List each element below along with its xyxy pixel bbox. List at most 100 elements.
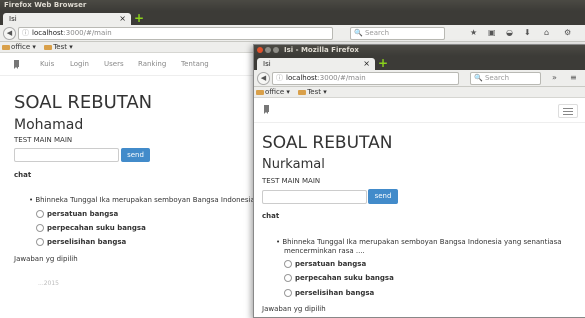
chat-input[interactable] [14, 148, 119, 162]
star-icon[interactable]: ★ [470, 27, 477, 39]
tab-strip: Isi × + [0, 11, 585, 25]
tab-close-icon[interactable]: × [119, 13, 126, 25]
chat-label: chat [14, 171, 32, 179]
info-icon: ⓘ [22, 29, 29, 37]
tab-label: Isi [263, 60, 271, 68]
nav-toolbar: ◀ ⓘ localhost:3000/#/main 🔍 Search ★ ▣ ◒ … [0, 25, 585, 42]
bookmark-label: office ▾ [265, 88, 290, 96]
folder-icon [256, 89, 264, 95]
brand-bookmark-icon[interactable] [264, 105, 269, 114]
download-icon[interactable]: ⬇ [524, 27, 531, 39]
option-2[interactable]: perpecahan suku bangsa [284, 274, 394, 282]
search-placeholder: Search [484, 74, 510, 82]
folder-icon [2, 44, 10, 50]
new-tab-icon[interactable]: + [378, 57, 388, 69]
maximize-window-icon[interactable] [273, 47, 279, 53]
option-2[interactable]: perpecahan suku bangsa [36, 224, 146, 232]
radio-icon[interactable] [284, 260, 292, 268]
search-input[interactable]: 🔍 Search [470, 72, 541, 85]
url-path: :3000/#/main [63, 29, 112, 37]
option-1[interactable]: persatuan bangsa [36, 210, 118, 218]
option-label: persatuan bangsa [47, 210, 119, 218]
answer-label: Jawaban yg dipilih [262, 305, 326, 313]
option-3[interactable]: perselisihan bangsa [36, 238, 126, 246]
user-name: Nurkamal [262, 157, 325, 172]
tab-isi[interactable]: Isi × [3, 13, 131, 25]
minimize-window-icon[interactable] [265, 47, 271, 53]
user-name: Mohamad [14, 117, 84, 133]
radio-icon[interactable] [36, 224, 44, 232]
url-host: localhost [32, 29, 64, 37]
tab-isi[interactable]: Isi × [257, 58, 375, 70]
question-text: • Bhinneka Tunggal Ika merupakan semboya… [276, 238, 562, 255]
question-text: • Bhinneka Tunggal Ika merupakan semboya… [29, 196, 275, 204]
bookmark-label: office ▾ [11, 43, 36, 51]
option-3[interactable]: perselisihan bangsa [284, 289, 374, 297]
back-icon[interactable]: ◀ [3, 27, 16, 40]
radio-icon[interactable] [284, 289, 292, 297]
bookmark-office[interactable]: office ▾ [256, 87, 290, 97]
search-placeholder: Search [364, 29, 390, 37]
bookmark-test[interactable]: Test ▾ [298, 87, 327, 97]
question-label-line2: mencerminkan rasa .... [284, 247, 365, 255]
nav-login[interactable]: Login [70, 53, 89, 75]
url-bar[interactable]: ⓘ localhost:3000/#/main [272, 72, 459, 85]
bookmark-label: Test ▾ [307, 88, 327, 96]
option-label: perpecahan suku bangsa [47, 224, 146, 232]
window-title: Isi - Mozilla Firefox [284, 46, 359, 54]
send-button[interactable]: send [368, 189, 398, 204]
overflow-icon[interactable]: » [552, 72, 557, 84]
close-window-icon[interactable] [257, 47, 263, 53]
option-label: perselisihan bangsa [295, 289, 375, 297]
section-label: TEST MAIN MAIN [14, 136, 73, 144]
url-host: localhost [286, 74, 318, 82]
hamburger-menu-icon[interactable] [558, 104, 578, 118]
pocket-icon[interactable]: ◒ [506, 27, 513, 39]
send-button[interactable]: send [121, 148, 150, 162]
search-input[interactable]: 🔍 Search [350, 27, 445, 40]
library-icon[interactable]: ▣ [488, 27, 496, 39]
folder-icon [298, 89, 307, 95]
nav-tentang[interactable]: Tentang [181, 53, 209, 75]
app-navbar [254, 98, 585, 123]
home-icon[interactable]: ⌂ [544, 27, 549, 39]
option-label: perselisihan bangsa [47, 238, 127, 246]
tab-close-icon[interactable]: × [363, 58, 370, 70]
url-path: :3000/#/main [317, 74, 366, 82]
option-1[interactable]: persatuan bangsa [284, 260, 366, 268]
nav-ranking[interactable]: Ranking [138, 53, 166, 75]
answer-label: Jawaban yg dipilih [14, 255, 78, 263]
bookmark-office[interactable]: office ▾ [2, 42, 36, 52]
chat-label: chat [262, 212, 280, 220]
bookmark-label: Test ▾ [53, 43, 73, 51]
chat-input[interactable] [262, 190, 367, 204]
folder-icon [44, 44, 53, 50]
radio-icon[interactable] [36, 238, 44, 246]
tab-label: Isi [9, 15, 17, 23]
brand-bookmark-icon[interactable] [14, 60, 19, 69]
option-label: persatuan bangsa [295, 260, 367, 268]
nav-users[interactable]: Users [104, 53, 124, 75]
page-title: SOAL REBUTAN [262, 133, 393, 153]
nav-kuis[interactable]: Kuis [40, 53, 54, 75]
new-tab-icon[interactable]: + [134, 12, 144, 24]
url-bar[interactable]: ⓘ localhost:3000/#/main [18, 27, 333, 40]
question-label: Bhinneka Tunggal Ika merupakan semboyan … [282, 238, 562, 246]
browser-window-front: Isi - Mozilla Firefox Isi × + ◀ ⓘ localhos… [253, 44, 585, 318]
option-label: perpecahan suku bangsa [295, 274, 394, 282]
footer-text: ...2015 [38, 280, 59, 287]
info-icon: ⓘ [276, 74, 283, 82]
window-titlebar: Firefox Web Browser [0, 0, 585, 11]
bookmarks-bar: office ▾ Test ▾ [254, 87, 585, 98]
back-icon[interactable]: ◀ [257, 72, 270, 85]
menu-icon[interactable]: ≡ [570, 72, 577, 84]
radio-icon[interactable] [284, 274, 292, 282]
bookmark-test[interactable]: Test ▾ [44, 42, 73, 52]
window-titlebar: Isi - Mozilla Firefox [254, 45, 585, 56]
section-label: TEST MAIN MAIN [262, 177, 321, 185]
settings-icon[interactable]: ⚙ [564, 27, 571, 39]
radio-icon[interactable] [36, 210, 44, 218]
window-title: Firefox Web Browser [4, 1, 87, 9]
tab-strip: Isi × + [254, 56, 585, 70]
page-title: SOAL REBUTAN [14, 92, 153, 113]
